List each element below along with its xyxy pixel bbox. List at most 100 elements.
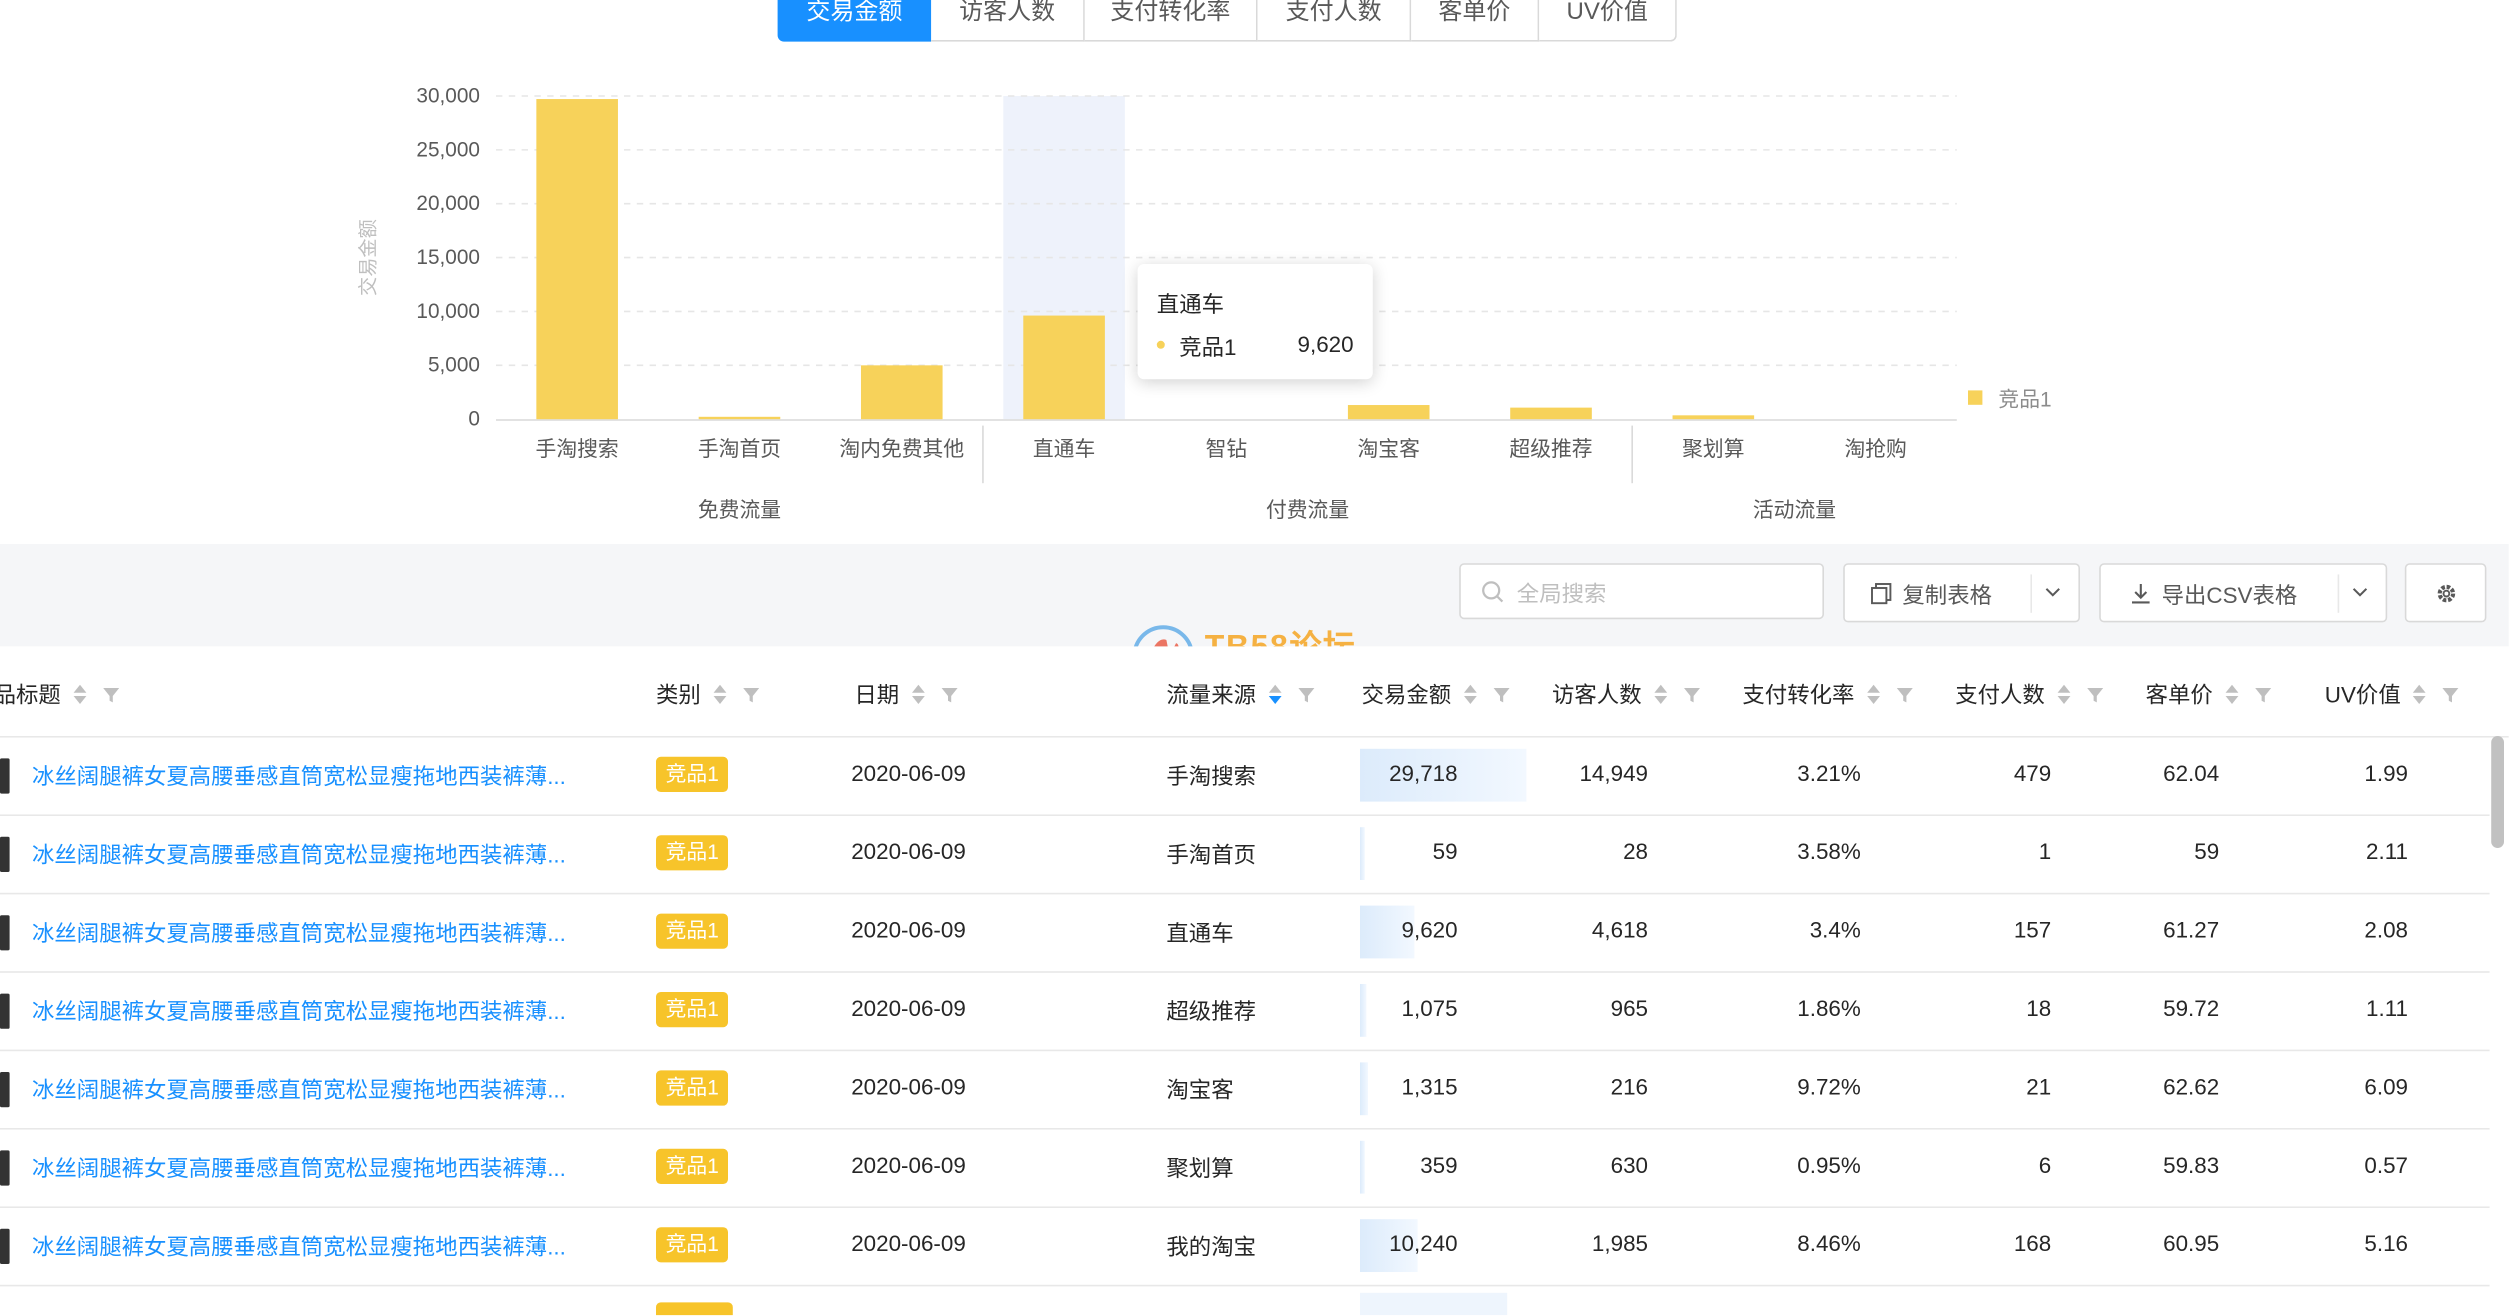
product-title-link[interactable]: 冰丝阔腿裤女夏高腰垂感直筒宽松显瘦拖地西装裤薄... xyxy=(32,1152,611,1184)
table-row[interactable]: 冰丝阔腿裤女夏高腰垂感直筒宽松显瘦拖地西装裤薄... 竞品1 2020-06-09 直… xyxy=(0,893,2490,973)
sort-icon[interactable] xyxy=(2057,683,2071,705)
chevron-down-icon[interactable] xyxy=(2043,582,2062,601)
product-title-link[interactable]: 冰丝阔腿裤女夏高腰垂感直筒宽松显瘦拖地西装裤薄... xyxy=(32,995,611,1027)
col-header-conversion[interactable]: 支付转化率 xyxy=(1742,678,1913,710)
aov-cell: 61.27 xyxy=(2163,916,2220,943)
filter-icon[interactable] xyxy=(941,686,959,704)
col-header-date[interactable]: 日期 xyxy=(854,678,958,710)
col-amount-label: 交易金额 xyxy=(1361,681,1452,708)
product-title-link[interactable]: 冰丝阔腿裤女夏高腰垂感直筒宽松显瘦拖地西装裤薄... xyxy=(32,1230,611,1262)
y-tick-label: 5,000 xyxy=(428,354,480,377)
product-title-link[interactable]: 冰丝阔腿裤女夏高腰垂感直筒宽松显瘦拖地西装裤薄... xyxy=(32,760,611,792)
sort-icon[interactable] xyxy=(713,683,727,705)
filter-icon[interactable] xyxy=(102,686,120,704)
col-aov-label: 客单价 xyxy=(2145,681,2213,708)
filter-icon[interactable] xyxy=(1683,686,1701,704)
filter-icon[interactable] xyxy=(1493,686,1511,704)
visitors-cell: 14,949 xyxy=(1579,760,1648,786)
search-icon xyxy=(1482,581,1504,603)
category-tag: 竞品1 xyxy=(656,1148,729,1184)
x-group-label: 免费流量 xyxy=(698,499,781,522)
sort-icon[interactable] xyxy=(73,683,87,705)
copy-table-button[interactable]: 复制表格 xyxy=(1843,563,2080,623)
product-title-link[interactable]: 冰丝阔腿裤女夏高腰垂感直筒宽松显瘦拖地西装裤薄... xyxy=(32,838,611,870)
product-thumbnail xyxy=(0,836,10,872)
filter-icon[interactable] xyxy=(1298,686,1316,704)
date-cell: 2020-06-09 xyxy=(851,1073,966,1100)
table-row[interactable]: 冰丝阔腿裤女夏高腰垂感直筒宽松显瘦拖地西装裤薄... 竞品1 2020-06-09 淘… xyxy=(0,1050,2490,1130)
source-cell: 手淘首页 xyxy=(1166,841,1256,868)
product-thumbnail xyxy=(0,915,10,951)
amount-cell: 59 xyxy=(1432,838,1458,864)
title-partial xyxy=(32,1304,608,1315)
buyers-cell: 6 xyxy=(2038,1152,2052,1178)
table-row[interactable]: 冰丝阔腿裤女夏高腰垂感直筒宽松显瘦拖地西装裤薄... 竞品1 2020-06-09 我… xyxy=(0,1206,2490,1287)
download-icon xyxy=(2132,584,2150,604)
copy-icon xyxy=(1871,583,1892,605)
table-row[interactable]: 冰丝阔腿裤女夏高腰垂感直筒宽松显瘦拖地西装裤薄... 竞品1 2020-06-09 手… xyxy=(0,736,2490,816)
conversion-cell: 8.46% xyxy=(1797,1230,1861,1256)
uv-cell: 0.57 xyxy=(2364,1152,2408,1178)
sort-icon[interactable] xyxy=(1654,683,1668,705)
table-row[interactable]: 冰丝阔腿裤女夏高腰垂感直筒宽松显瘦拖地西装裤薄... 竞品1 2020-06-09 超… xyxy=(0,971,2490,1052)
chart-legend[interactable]: 竞品1 xyxy=(1968,382,2052,412)
bar-手淘搜索 xyxy=(536,99,618,420)
amount-databar xyxy=(1360,827,1365,880)
col-header-uv[interactable]: UV价值 xyxy=(2325,678,2460,710)
filter-icon[interactable] xyxy=(2442,686,2460,704)
sort-icon[interactable] xyxy=(1867,683,1880,705)
buyers-cell: 21 xyxy=(2026,1073,2052,1100)
y-axis-label: 交易金额 xyxy=(357,219,379,296)
chart-tooltip: 直通车 竞品1 9,620 xyxy=(1137,264,1373,380)
amount-databar xyxy=(1360,1140,1365,1194)
sort-icon[interactable] xyxy=(1464,683,1477,705)
buyers-cell: 18 xyxy=(2026,995,2052,1021)
global-search-input[interactable]: 全局搜索 xyxy=(1459,563,1824,620)
filter-icon[interactable] xyxy=(2254,686,2272,704)
aov-cell: 62.62 xyxy=(2163,1073,2220,1100)
col-header-category[interactable]: 类别 xyxy=(656,678,760,710)
filter-icon[interactable] xyxy=(742,686,760,704)
y-tick-label: 0 xyxy=(468,408,480,431)
y-tick-label: 25,000 xyxy=(416,138,480,161)
col-header-aov[interactable]: 客单价 xyxy=(2146,678,2272,710)
scrollbar-thumb[interactable] xyxy=(2491,736,2504,848)
table-row[interactable]: 冰丝阔腿裤女夏高腰垂感直筒宽松显瘦拖地西装裤薄... 竞品1 2020-06-09 手… xyxy=(0,814,2490,895)
y-tick-label: 10,000 xyxy=(416,300,480,323)
y-tick-label: 20,000 xyxy=(416,192,480,215)
col-header-visitors[interactable]: 访客人数 xyxy=(1552,678,1701,710)
tooltip-series-name: 竞品1 xyxy=(1179,334,1237,360)
sort-icon[interactable] xyxy=(2413,683,2427,705)
aov-cell: 59.83 xyxy=(2163,1152,2220,1178)
uv-cell: 6.09 xyxy=(2364,1073,2408,1100)
col-header-source[interactable]: 流量来源 xyxy=(1166,678,1315,710)
col-header-title[interactable]: 品标题 xyxy=(0,678,120,710)
sort-icon[interactable] xyxy=(912,683,925,705)
table-settings-button[interactable] xyxy=(2404,563,2487,623)
filter-icon[interactable] xyxy=(2086,686,2104,704)
category-tag: 竞品1 xyxy=(656,1070,729,1106)
product-title-link[interactable]: 冰丝阔腿裤女夏高腰垂感直筒宽松显瘦拖地西装裤薄... xyxy=(32,917,611,949)
conversion-cell: 3.4% xyxy=(1809,916,1861,943)
amount-bar-partial xyxy=(1360,1292,1508,1316)
amount-databar xyxy=(1360,984,1367,1037)
product-title-link[interactable]: 冰丝阔腿裤女夏高腰垂感直筒宽松显瘦拖地西装裤薄... xyxy=(32,1074,611,1106)
buyers-cell: 479 xyxy=(2013,760,2052,786)
chevron-down-icon[interactable] xyxy=(2350,582,2369,601)
aov-cell: 62.04 xyxy=(2163,760,2220,786)
col-conversion-label: 支付转化率 xyxy=(1742,681,1855,708)
sort-icon-active[interactable] xyxy=(1268,683,1282,705)
col-header-amount[interactable]: 交易金额 xyxy=(1362,678,1511,710)
product-thumbnail xyxy=(0,1072,10,1108)
sort-icon[interactable] xyxy=(2225,683,2239,705)
uv-cell: 1.11 xyxy=(2366,995,2408,1021)
product-thumbnail xyxy=(0,1228,10,1264)
export-csv-button[interactable]: 导出CSV表格 xyxy=(2099,563,2388,623)
copy-table-label: 复制表格 xyxy=(1902,582,1992,608)
col-header-buyers[interactable]: 支付人数 xyxy=(1955,678,2104,710)
filter-icon[interactable] xyxy=(1896,686,1914,704)
search-placeholder: 全局搜索 xyxy=(1516,580,1607,607)
col-title-label: 品标题 xyxy=(0,681,61,708)
category-tag: 竞品1 xyxy=(656,913,729,949)
table-row[interactable]: 冰丝阔腿裤女夏高腰垂感直筒宽松显瘦拖地西装裤薄... 竞品1 2020-06-09 聚… xyxy=(0,1128,2490,1208)
